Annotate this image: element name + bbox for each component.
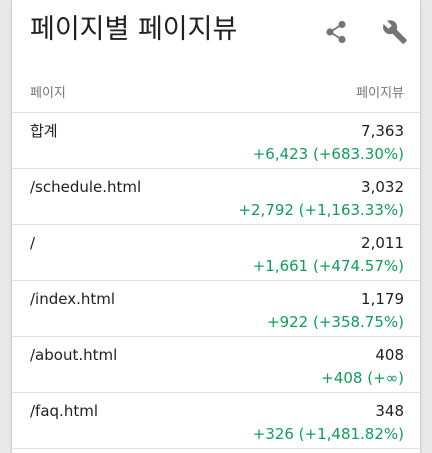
table-body: 합계 7,363 +6,423 (+683.30%) /schedule.htm…: [12, 113, 420, 449]
row-pageviews: 408: [375, 346, 404, 364]
settings-button[interactable]: [378, 15, 412, 49]
table-row[interactable]: / 2,011 +1,661 (+474.57%): [12, 225, 420, 281]
pageviews-by-page-card: 페이지별 페이지뷰 페이지 페이지뷰 합계 7,363 +6,423 (+683…: [12, 0, 420, 453]
table-row[interactable]: /faq.html 348 +326 (+1,481.82%): [12, 393, 420, 449]
row-page: /faq.html: [30, 402, 98, 420]
column-header-pageviews: 페이지뷰: [356, 86, 404, 101]
table-row[interactable]: /about.html 408 +408 (+∞): [12, 337, 420, 393]
row-change: +6,423 (+683.30%): [252, 145, 404, 163]
column-header-page: 페이지: [30, 86, 66, 101]
row-pageviews: 2,011: [361, 234, 404, 252]
table-row-total[interactable]: 합계 7,363 +6,423 (+683.30%): [12, 113, 420, 169]
row-pageviews: 1,179: [361, 290, 404, 308]
table-row[interactable]: /index.html 1,179 +922 (+358.75%): [12, 281, 420, 337]
row-change: +922 (+358.75%): [267, 313, 404, 331]
row-change: +2,792 (+1,163.33%): [238, 201, 404, 219]
share-button[interactable]: [319, 15, 353, 49]
row-page: /schedule.html: [30, 178, 142, 196]
row-pageviews: 3,032: [361, 178, 404, 196]
row-page: /: [30, 234, 36, 252]
row-page: /about.html: [30, 346, 118, 364]
row-pageviews: 348: [375, 402, 404, 420]
card-title: 페이지별 페이지뷰: [30, 14, 238, 45]
share-icon: [326, 20, 346, 44]
row-pageviews: 7,363: [361, 122, 404, 140]
table-header: 페이지 페이지뷰: [12, 68, 420, 113]
row-page: /index.html: [30, 290, 116, 308]
card-header: 페이지별 페이지뷰: [12, 0, 420, 68]
row-page: 합계: [30, 122, 58, 140]
wrench-icon: [383, 20, 407, 44]
table-row[interactable]: /schedule.html 3,032 +2,792 (+1,163.33%): [12, 169, 420, 225]
row-change: +326 (+1,481.82%): [252, 425, 404, 443]
row-change: +408 (+∞): [321, 369, 404, 387]
row-change: +1,661 (+474.57%): [252, 257, 404, 275]
